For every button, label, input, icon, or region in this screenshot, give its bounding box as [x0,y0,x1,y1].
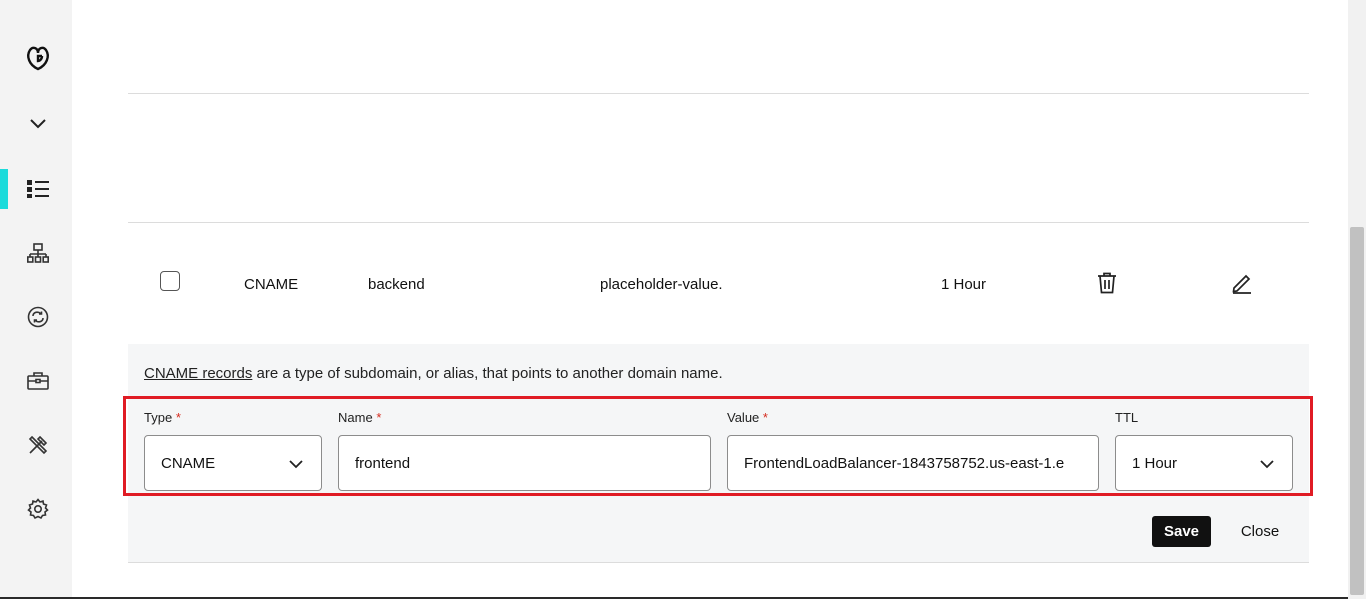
row-checkbox[interactable] [160,271,180,291]
record-ttl: 1 Hour [941,276,987,293]
chevron-down-icon [289,456,303,473]
type-label: Type * [144,410,181,425]
type-select-value: CNAME [161,454,216,472]
cname-records-link[interactable]: CNAME records [144,365,252,382]
name-input[interactable]: frontend [338,435,711,491]
scrollbar-thumb[interactable] [1350,227,1364,595]
gear-icon[interactable] [24,495,52,523]
briefcase-icon[interactable] [24,367,52,395]
helper-description: are a type of subdomain, or alias, that … [252,365,723,382]
chevron-down-icon [1260,456,1274,473]
divider [128,93,1309,94]
record-value: placeholder-value. [600,276,723,293]
record-name: backend [368,276,425,293]
save-button[interactable]: Save [1152,516,1211,547]
pencil-icon[interactable] [1230,271,1254,295]
sync-icon[interactable] [24,303,52,331]
list-icon[interactable] [24,175,52,203]
name-label: Name * [338,410,382,425]
value-input[interactable]: FrontendLoadBalancer-1843758752.us-east-… [727,435,1099,491]
trash-icon[interactable] [1095,271,1119,295]
value-input-value: FrontendLoadBalancer-1843758752.us-east-… [744,454,1065,472]
close-button[interactable]: Close [1228,516,1292,547]
sidebar [0,0,72,599]
cname-helper-text: CNAME records are a type of subdomain, o… [144,365,723,382]
chevron-down-icon[interactable] [24,110,52,138]
type-select[interactable]: CNAME [144,435,322,491]
sitemap-icon[interactable] [24,240,52,268]
divider [128,222,1309,223]
godaddy-logo-icon[interactable] [24,44,52,72]
value-label: Value * [727,410,768,425]
tools-icon[interactable] [24,431,52,459]
ttl-select-value: 1 Hour [1132,454,1178,472]
ttl-select[interactable]: 1 Hour [1115,435,1293,491]
sidebar-active-indicator [0,169,8,209]
ttl-label: TTL [1115,410,1139,425]
name-input-value: frontend [355,454,411,472]
record-type: CNAME [244,276,299,293]
